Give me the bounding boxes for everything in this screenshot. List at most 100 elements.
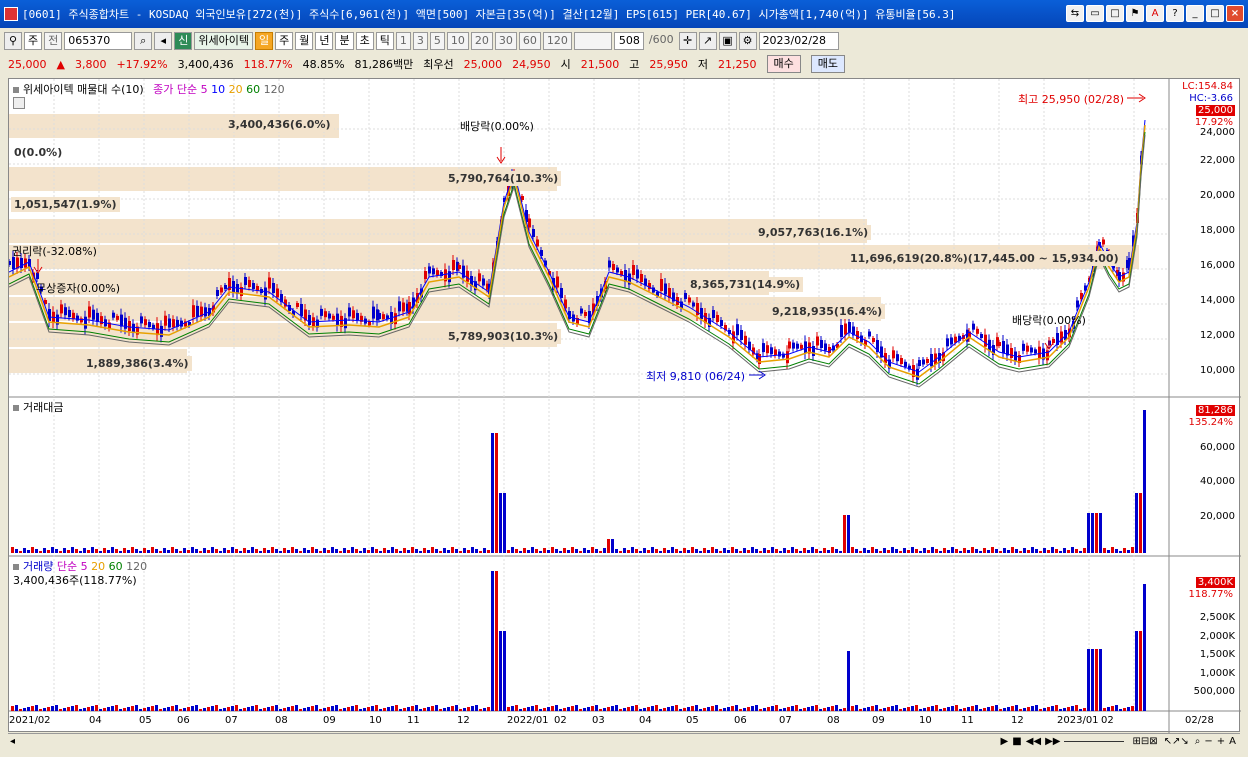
stock-name[interactable]: 위세아이텍 [194,32,253,50]
period-second[interactable]: 초 [355,32,374,50]
font-size-icon[interactable]: A [1229,736,1236,747]
stop-icon[interactable]: ■ [1012,736,1021,747]
zoom-icon[interactable]: ⌕ [1195,736,1201,747]
low-label: 저 [697,58,709,71]
buy-button[interactable]: 매수 [766,55,801,73]
tools-icon[interactable]: ⊞⊟⊠ [1132,736,1157,747]
period-year[interactable]: 년 [315,32,334,50]
print-icon[interactable]: ▭ [1086,5,1104,22]
chart-canvas[interactable] [9,79,1241,733]
window-title: [0601] 주식종합차트 - KOSDAQ 외국인보유[272(천)] 주식수… [22,8,956,21]
y-tick-10000: 10,000 [1200,365,1235,376]
chart-area[interactable]: 위세아이텍 매물대 수(10) 종가 단순 5 10 20 60 120 3,4… [8,78,1241,733]
legend-ma20: 20 [228,83,243,96]
minute-1[interactable]: 1 [395,32,411,50]
save-icon[interactable]: ▣ [718,32,737,50]
type-select[interactable]: 주 [24,32,43,50]
high-price: 25,950 [649,57,688,71]
vol-tick-1000k: 1,000K [1199,668,1235,679]
vp-label-3: 5,790,764(10.3%) [445,171,562,186]
minute-10[interactable]: 10 [446,32,469,50]
prev-button[interactable]: 전 [44,32,63,50]
price-change-pct: +17.92% [116,57,168,71]
search-icon[interactable]: ⌕ [134,32,153,50]
skip-back-icon[interactable]: ◀◀ [1026,736,1041,747]
zoom-slider[interactable] [1064,741,1125,742]
date-input[interactable]: 2023/02/28 [758,32,839,50]
period-tick[interactable]: 틱 [375,32,394,50]
x-axis-label: 09 [872,715,885,726]
main-panel-legend: 위세아이텍 매물대 수(10) 종가 단순 5 10 20 60 120 [13,81,285,97]
stock-code-input[interactable]: 065370 [64,32,133,50]
close-button[interactable]: × [1226,5,1244,22]
minus-icon[interactable]: − [1204,736,1212,747]
amount-tick-40000: 40,000 [1200,476,1235,487]
settings-icon[interactable]: ⚙ [738,32,757,50]
period-minute[interactable]: 분 [335,32,354,50]
flag-icon[interactable]: ⚑ [1126,5,1144,22]
x-axis-label: 02 [1101,715,1114,726]
chart-toolbar: ⚲ 주 전 065370 ⌕ ◂ 신 위세아이텍 일 주 월 년 분 초 틱 1… [0,30,1248,52]
custom-minute-input[interactable] [573,32,612,50]
minute-30[interactable]: 30 [494,32,517,50]
x-axis-label: 04 [639,715,652,726]
x-axis-label: 09 [323,715,336,726]
amount-panel-menu-icon[interactable] [13,405,19,411]
font-icon[interactable]: A [1146,5,1164,22]
y-tick-22000: 22,000 [1200,155,1235,166]
help-icon[interactable]: ? [1166,5,1184,22]
panel-menu-icon[interactable] [13,87,19,93]
minimize-button[interactable]: _ [1186,5,1204,22]
x-axis-label: 08 [275,715,288,726]
best-bid: 24,950 [512,57,551,71]
rights-label: 권리락(-32.08%) [12,245,97,258]
minute-120[interactable]: 120 [542,32,572,50]
vp-label-8: 9,218,935(16.4%) [769,304,886,319]
link-icon[interactable]: ⇆ [1066,5,1084,22]
count-total: /600 [648,33,674,46]
grid-icon[interactable] [13,97,25,109]
play-icon[interactable]: ▶ [1001,736,1009,747]
period-month[interactable]: 월 [295,32,314,50]
legend-ma-label: 종가 단순 [153,83,198,96]
speaker-icon[interactable]: ◂ [154,32,173,50]
x-axis-label: 07 [779,715,792,726]
plus-icon[interactable]: + [1217,736,1225,747]
vp-label-4: 1,051,547(1.9%) [11,197,120,212]
minute-60[interactable]: 60 [518,32,541,50]
amount-tag: 81,286 [1196,405,1235,416]
x-axis-label: 02/28 [1185,715,1214,726]
x-axis-label: 04 [89,715,102,726]
crosshair-icon[interactable]: ✛ [678,32,697,50]
scroll-left-icon[interactable]: ◂ [10,736,15,747]
vp-label-2: 0(0.0%) [14,146,63,159]
period-week[interactable]: 주 [275,32,294,50]
minute-20[interactable]: 20 [470,32,493,50]
lock-icon[interactable]: ⚲ [4,32,22,50]
x-axis-label: 03 [592,715,605,726]
window-icon[interactable]: □ [1106,5,1124,22]
chart-scrollbar[interactable]: ◂ ▶ ■ ◀◀ ▶▶ ⊞⊟⊠ ↖↗↘ ⌕ − + A [8,733,1240,749]
hc-label: HC:-3.66 [1189,93,1233,104]
skip-forward-icon[interactable]: ▶▶ [1045,736,1060,747]
minute-3[interactable]: 3 [412,32,428,50]
x-axis-label: 06 [177,715,190,726]
volume-panel-menu-icon[interactable] [13,564,19,570]
volume-pct-tag: 118.77% [1188,589,1234,600]
open-price: 21,500 [580,57,620,71]
x-axis-label: 11 [961,715,974,726]
maximize-button[interactable]: □ [1206,5,1224,22]
amount: 81,286백만 [354,58,414,71]
period-day[interactable]: 일 [254,32,274,50]
minute-5[interactable]: 5 [429,32,445,50]
sell-button[interactable]: 매도 [810,55,846,73]
legend-name: 위세아이텍 매물대 수(10) [23,83,144,96]
x-axis-label: 05 [139,715,152,726]
x-axis-label: 05 [686,715,699,726]
vol-tick-2000k: 2,000K [1199,631,1235,642]
trend-icon[interactable]: ↗ [698,32,717,50]
draw-tools-icon[interactable]: ↖↗↘ [1164,736,1189,747]
vp-label-5: 9,057,763(16.1%) [755,225,872,240]
count-input[interactable]: 508 [613,32,644,50]
vol-tick-2500k: 2,500K [1199,612,1235,623]
